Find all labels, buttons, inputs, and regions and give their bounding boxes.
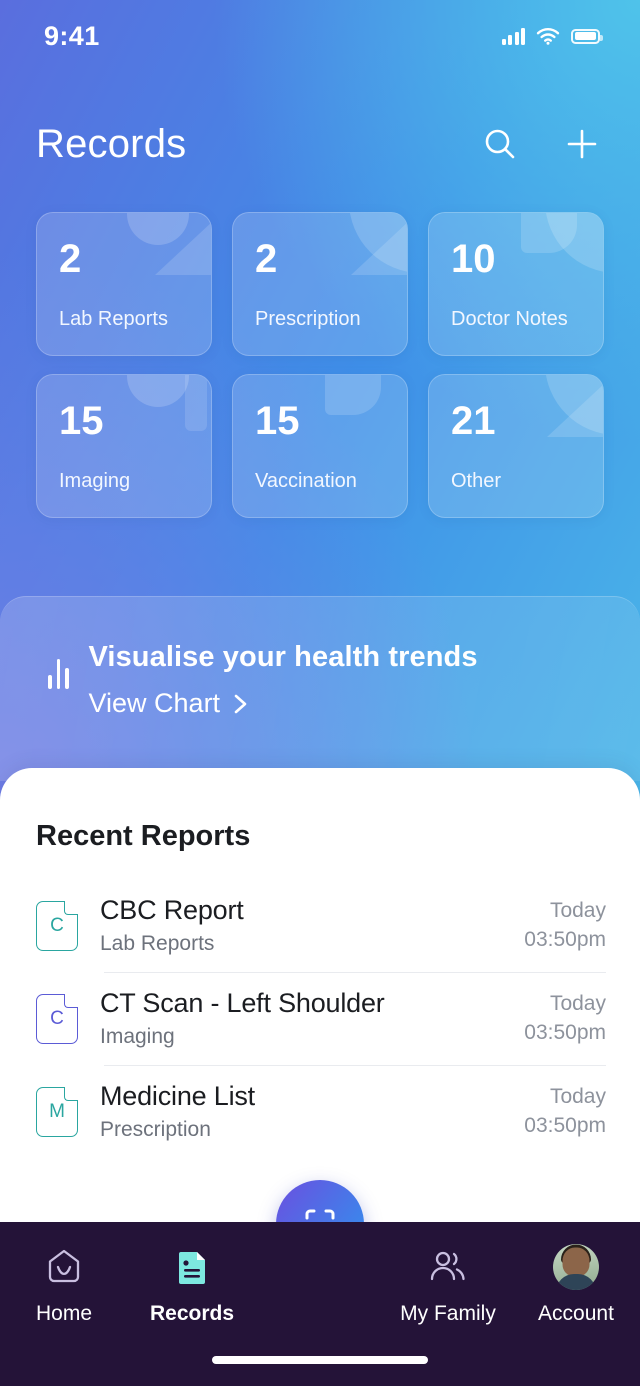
stat-label: Doctor Notes	[451, 308, 568, 330]
trends-title: Visualise your health trends	[88, 641, 478, 673]
stat-card-doctor-notes[interactable]: 10 Doctor Notes	[428, 212, 604, 356]
report-category: Lab Reports	[100, 932, 215, 955]
file-icon-letter: C	[50, 914, 64, 936]
battery-icon	[571, 28, 603, 44]
wifi-icon	[536, 27, 560, 45]
chevron-right-icon	[234, 694, 247, 713]
report-category: Prescription	[100, 1118, 211, 1141]
nav-label: Home	[35, 1302, 93, 1325]
report-timestamp: Today 03:50pm	[524, 992, 606, 1044]
report-list-item[interactable]: M Medicine List Prescription Today 03:50p…	[0, 1065, 640, 1158]
view-chart-label: View Chart	[88, 688, 221, 718]
stat-value: 15	[59, 399, 104, 443]
recent-reports-title: Recent Reports	[36, 820, 251, 852]
cellular-signal-icon	[501, 27, 525, 45]
stat-value: 15	[255, 399, 300, 443]
avatar	[553, 1244, 599, 1290]
report-title: Medicine List	[100, 1081, 255, 1111]
nav-label: Records	[149, 1302, 235, 1325]
view-chart-link[interactable]: View Chart	[89, 688, 478, 719]
health-trends-banner[interactable]: Visualise your health trends View Chart	[0, 596, 640, 781]
stat-value: 21	[451, 399, 496, 443]
nav-label: Account	[538, 1302, 614, 1325]
status-bar-clock: 9:41	[44, 20, 100, 51]
stat-card-prescription[interactable]: 2 Prescription	[232, 212, 408, 356]
stat-label: Prescription	[255, 308, 361, 330]
search-icon[interactable]	[478, 122, 522, 166]
report-list-item[interactable]: C CBC Report Lab Reports Today 03:50pm	[0, 879, 640, 972]
report-timestamp: Today 03:50pm	[524, 1085, 606, 1137]
stat-label: Lab Reports	[59, 308, 168, 330]
home-icon	[48, 1249, 80, 1283]
bar-chart-icon	[48, 655, 69, 689]
stat-card-imaging[interactable]: 15 Imaging	[36, 374, 212, 518]
app-screen: 9:41 Records 2 Lab Reports 2 Prescriptio…	[0, 0, 640, 1386]
status-bar: 9:41	[0, 0, 640, 72]
file-icon: C	[36, 993, 78, 1044]
nav-label: My Family	[400, 1302, 496, 1325]
stat-label: Other	[451, 470, 502, 492]
report-timestamp: Today 03:50pm	[524, 899, 606, 951]
record-category-grid: 2 Lab Reports 2 Prescription 10 Doctor N…	[36, 212, 604, 518]
nav-item-records[interactable]: Records	[128, 1244, 256, 1326]
stat-card-vaccination[interactable]: 15 Vaccination	[232, 374, 408, 518]
bottom-navigation: Home Records My Family Account	[0, 1222, 640, 1386]
plus-icon[interactable]	[560, 122, 604, 166]
stat-value: 10	[451, 237, 496, 281]
report-category: Imaging	[100, 1025, 175, 1048]
report-list-item[interactable]: C CT Scan - Left Shoulder Imaging Today 0…	[0, 972, 640, 1065]
stat-value: 2	[59, 237, 82, 281]
file-icon-letter: C	[50, 1007, 64, 1029]
home-indicator	[212, 1356, 428, 1364]
report-title: CT Scan - Left Shoulder	[100, 988, 385, 1018]
people-icon	[430, 1251, 465, 1281]
header-actions	[478, 122, 604, 166]
nav-item-account[interactable]: Account	[512, 1244, 640, 1326]
report-title: CBC Report	[100, 895, 244, 925]
document-icon	[179, 1252, 205, 1284]
stat-card-other[interactable]: 21 Other	[428, 374, 604, 518]
nav-item-my-family[interactable]: My Family	[384, 1244, 512, 1326]
recent-reports-list: C CBC Report Lab Reports Today 03:50pm C …	[0, 879, 640, 1158]
nav-item-home[interactable]: Home	[0, 1244, 128, 1326]
file-icon: M	[36, 1086, 78, 1137]
page-header: Records	[0, 104, 640, 184]
stat-value: 2	[255, 237, 278, 281]
file-icon: C	[36, 900, 78, 951]
stat-label: Imaging	[59, 470, 131, 492]
status-bar-icons	[501, 27, 603, 45]
stat-card-lab-reports[interactable]: 2 Lab Reports	[36, 212, 212, 356]
recent-reports-sheet: Recent Reports C CBC Report Lab Reports …	[0, 768, 640, 1228]
stat-label: Vaccination	[255, 470, 357, 492]
file-icon-letter: M	[49, 1100, 65, 1122]
page-title: Records	[36, 121, 187, 166]
